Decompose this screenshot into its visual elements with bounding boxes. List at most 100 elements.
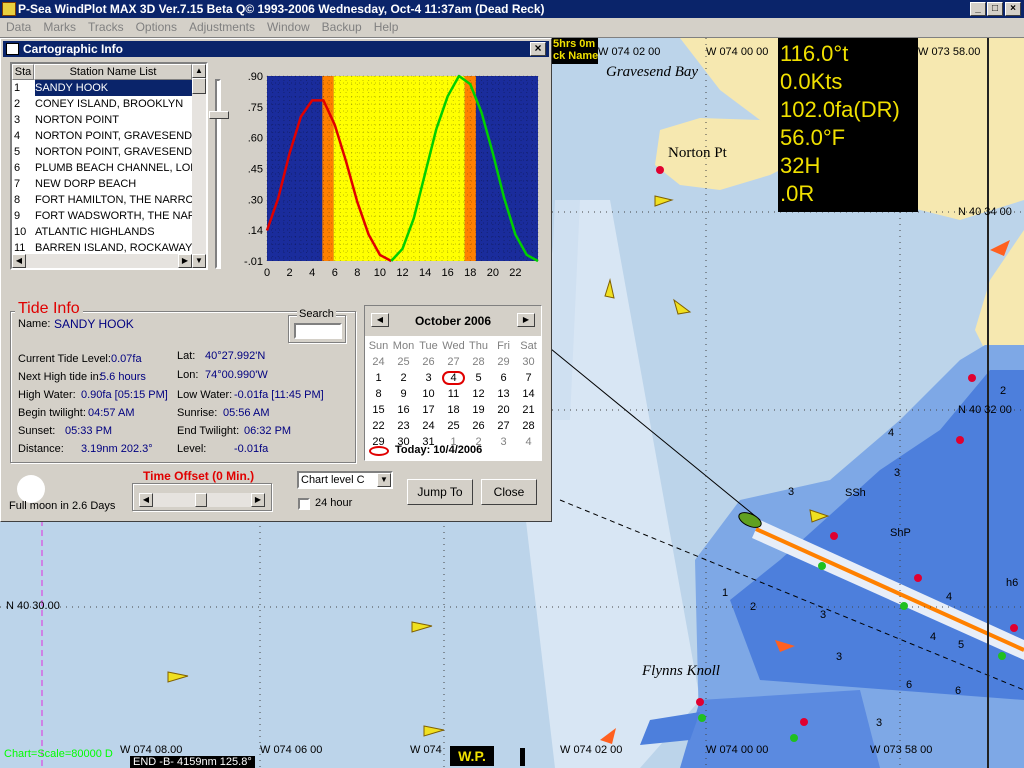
menu-window[interactable]: Window (261, 18, 316, 37)
y-tick-label: .90 (248, 71, 263, 83)
station-row[interactable]: 9 FORT WADSWORTH, THE NAF (12, 208, 192, 224)
y-tick-label: .30 (248, 194, 263, 206)
calendar-day[interactable]: 3 (491, 434, 516, 450)
time-offset-right-icon[interactable]: ▶ (251, 493, 265, 507)
calendar-day[interactable]: 13 (491, 386, 516, 402)
calendar-day[interactable]: 23 (391, 418, 416, 434)
menu-adjustments[interactable]: Adjustments (183, 18, 261, 37)
calendar-day[interactable]: 5 (466, 370, 491, 386)
calendar-day[interactable]: 10 (416, 386, 441, 402)
calendar-day[interactable]: 21 (516, 402, 541, 418)
station-number: 2 (14, 98, 21, 110)
dialog-close-button[interactable]: × (530, 42, 546, 56)
scroll-right-icon[interactable]: ▶ (178, 254, 192, 268)
jump-to-button[interactable]: Jump To (407, 479, 473, 505)
menu-options[interactable]: Options (130, 18, 183, 37)
station-list[interactable]: Sta Station Name List 1 SANDY HOOK 2 CONEY … (10, 62, 208, 270)
station-row[interactable]: 2 CONEY ISLAND, BROOKLYN (12, 96, 192, 112)
calendar-day[interactable]: 26 (416, 354, 441, 370)
scroll-left-icon[interactable]: ◀ (12, 254, 26, 268)
menu-data[interactable]: Data (0, 18, 37, 37)
calendar-day[interactable]: 12 (466, 386, 491, 402)
calendar-day[interactable]: 24 (366, 354, 391, 370)
scroll-up-icon[interactable]: ▲ (192, 64, 206, 78)
calendar-day[interactable]: 27 (441, 354, 466, 370)
calendar-day[interactable]: 4 (516, 434, 541, 450)
svg-text:1: 1 (722, 587, 728, 599)
list-header-num[interactable]: Sta (12, 64, 34, 80)
station-row[interactable]: 5 NORTON POINT, GRAVESEND (12, 144, 192, 160)
menu-tracks[interactable]: Tracks (82, 18, 130, 37)
calendar-day[interactable]: 25 (391, 354, 416, 370)
menu-help[interactable]: Help (368, 18, 405, 37)
menu-backup[interactable]: Backup (316, 18, 368, 37)
time-offset-left-icon[interactable]: ◀ (139, 493, 153, 507)
today-label[interactable]: Today: 10/4/2006 (395, 444, 482, 456)
menu-marks[interactable]: Marks (37, 18, 82, 37)
station-row[interactable]: 7 NEW DORP BEACH (12, 176, 192, 192)
calendar-day[interactable]: 16 (391, 402, 416, 418)
calendar-day[interactable]: 30 (516, 354, 541, 370)
chevron-down-icon[interactable]: ▼ (377, 473, 391, 487)
calendar-day[interactable]: 2 (391, 370, 416, 386)
calendar-day[interactable]: 24 (416, 418, 441, 434)
calendar-day[interactable]: 25 (441, 418, 466, 434)
calendar-day[interactable]: 3 (416, 370, 441, 386)
moon-phase-text: Full moon in 2.6 Days (9, 500, 116, 512)
search-input[interactable] (294, 323, 342, 339)
station-list-hscrollbar[interactable]: ◀ ▶ (12, 254, 192, 268)
time-offset-thumb[interactable] (195, 493, 207, 507)
calendar-day[interactable]: 19 (466, 402, 491, 418)
svg-text:3: 3 (876, 717, 882, 729)
window-close-button[interactable]: × (1005, 2, 1021, 16)
calendar-day[interactable]: 15 (366, 402, 391, 418)
zoom-slider-thumb[interactable] (209, 111, 229, 119)
calendar-day[interactable]: 26 (466, 418, 491, 434)
tide-chart[interactable]: .90 .75 .60 .45 .30 .14 -.010 2 4 6 8 10 12 14 16 18 20 2… (234, 65, 544, 293)
calendar-day[interactable]: 22 (366, 418, 391, 434)
24-hour-checkbox[interactable] (298, 498, 310, 510)
calendar-day[interactable]: 7 (516, 370, 541, 386)
calendar-day[interactable]: 27 (491, 418, 516, 434)
calendar-day[interactable]: 9 (391, 386, 416, 402)
station-row[interactable]: 8 FORT HAMILTON, THE NARRC (12, 192, 192, 208)
weekday-header: Thu (469, 340, 488, 352)
calendar-day[interactable]: 6 (491, 370, 516, 386)
chart-level-select[interactable]: Chart level C ▼ (297, 471, 393, 489)
zoom-slider-track[interactable] (215, 79, 221, 269)
minimize-button[interactable]: _ (970, 2, 986, 16)
calendar-day[interactable]: 18 (441, 402, 466, 418)
station-name: NORTON POINT, GRAVESEND (35, 146, 192, 158)
calendar-day[interactable]: 11 (441, 386, 466, 402)
calendar-day[interactable]: 8 (366, 386, 391, 402)
next-high-label: Next High tide in: (18, 371, 102, 383)
list-header-name[interactable]: Station Name List (34, 64, 192, 80)
station-row[interactable]: 3 NORTON POINT (12, 112, 192, 128)
station-number: 8 (14, 194, 21, 206)
station-row[interactable]: 1 SANDY HOOK (12, 80, 192, 96)
station-row[interactable]: 6 PLUMB BEACH CHANNEL, LON (12, 160, 192, 176)
station-row[interactable]: 10 ATLANTIC HIGHLANDS (12, 224, 192, 240)
calendar-day-selected[interactable]: 4 (441, 370, 466, 386)
next-month-button[interactable]: ▶ (517, 313, 535, 327)
time-offset-scrollbar[interactable]: ◀ ▶ (139, 493, 265, 507)
calendar[interactable]: ◀ October 2006 ▶ Sun Mon Tue Wed Thu Fri Sat 2… (364, 305, 542, 461)
low-water-label: Low Water: (177, 389, 233, 401)
calendar-day[interactable]: 14 (516, 386, 541, 402)
calendar-day[interactable]: 28 (466, 354, 491, 370)
svg-text:2: 2 (1000, 385, 1006, 397)
calendar-day[interactable]: 29 (491, 354, 516, 370)
calendar-day[interactable]: 17 (416, 402, 441, 418)
station-list-scrollbar[interactable]: ▲ ▼ (192, 64, 206, 268)
scroll-thumb[interactable] (192, 78, 206, 94)
scroll-down-icon[interactable]: ▼ (192, 254, 206, 268)
station-row[interactable]: 4 NORTON POINT, GRAVESEND (12, 128, 192, 144)
x-tick-label: 16 (442, 267, 454, 279)
calendar-day[interactable]: 20 (491, 402, 516, 418)
calendar-day[interactable]: 28 (516, 418, 541, 434)
close-button[interactable]: Close (481, 479, 537, 505)
calendar-day[interactable]: 1 (366, 370, 391, 386)
calendar-grid[interactable]: Sun Mon Tue Wed Thu Fri Sat 24 25 26 27 28 29 30 1 2 3 4… (366, 338, 541, 450)
maximize-button[interactable]: □ (987, 2, 1003, 16)
waypoint-badge[interactable]: W.P. (450, 746, 494, 766)
